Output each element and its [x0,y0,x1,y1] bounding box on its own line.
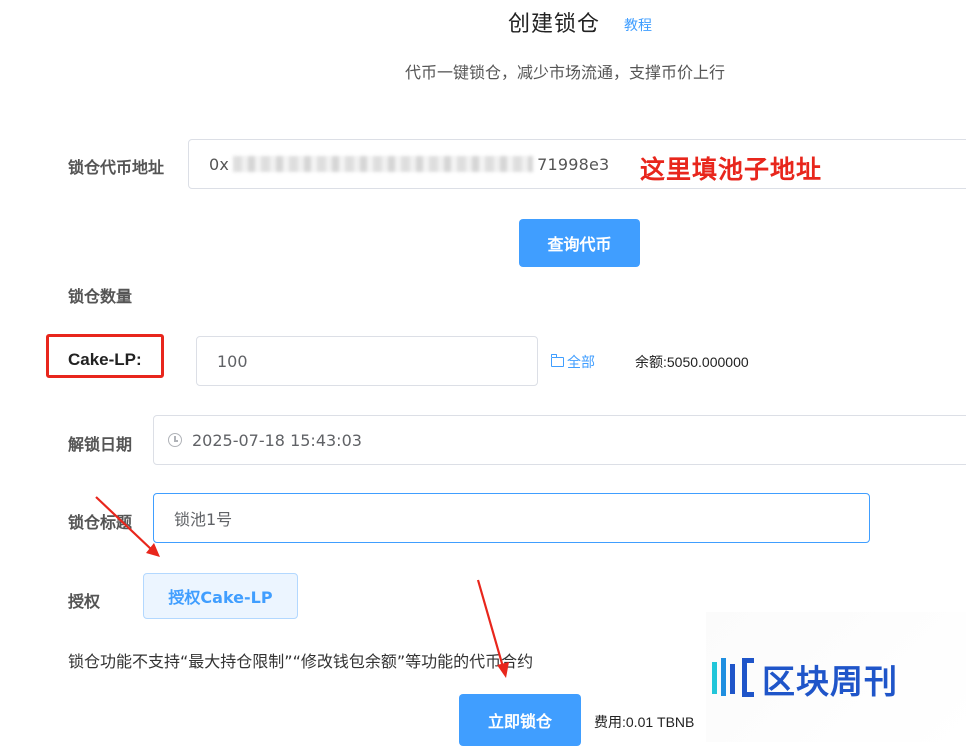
arrow-annotation [95,496,160,557]
watermark-logo-icon [712,658,754,697]
arrow-annotation [476,579,509,678]
watermark-text: 区块周刊 [762,662,898,701]
